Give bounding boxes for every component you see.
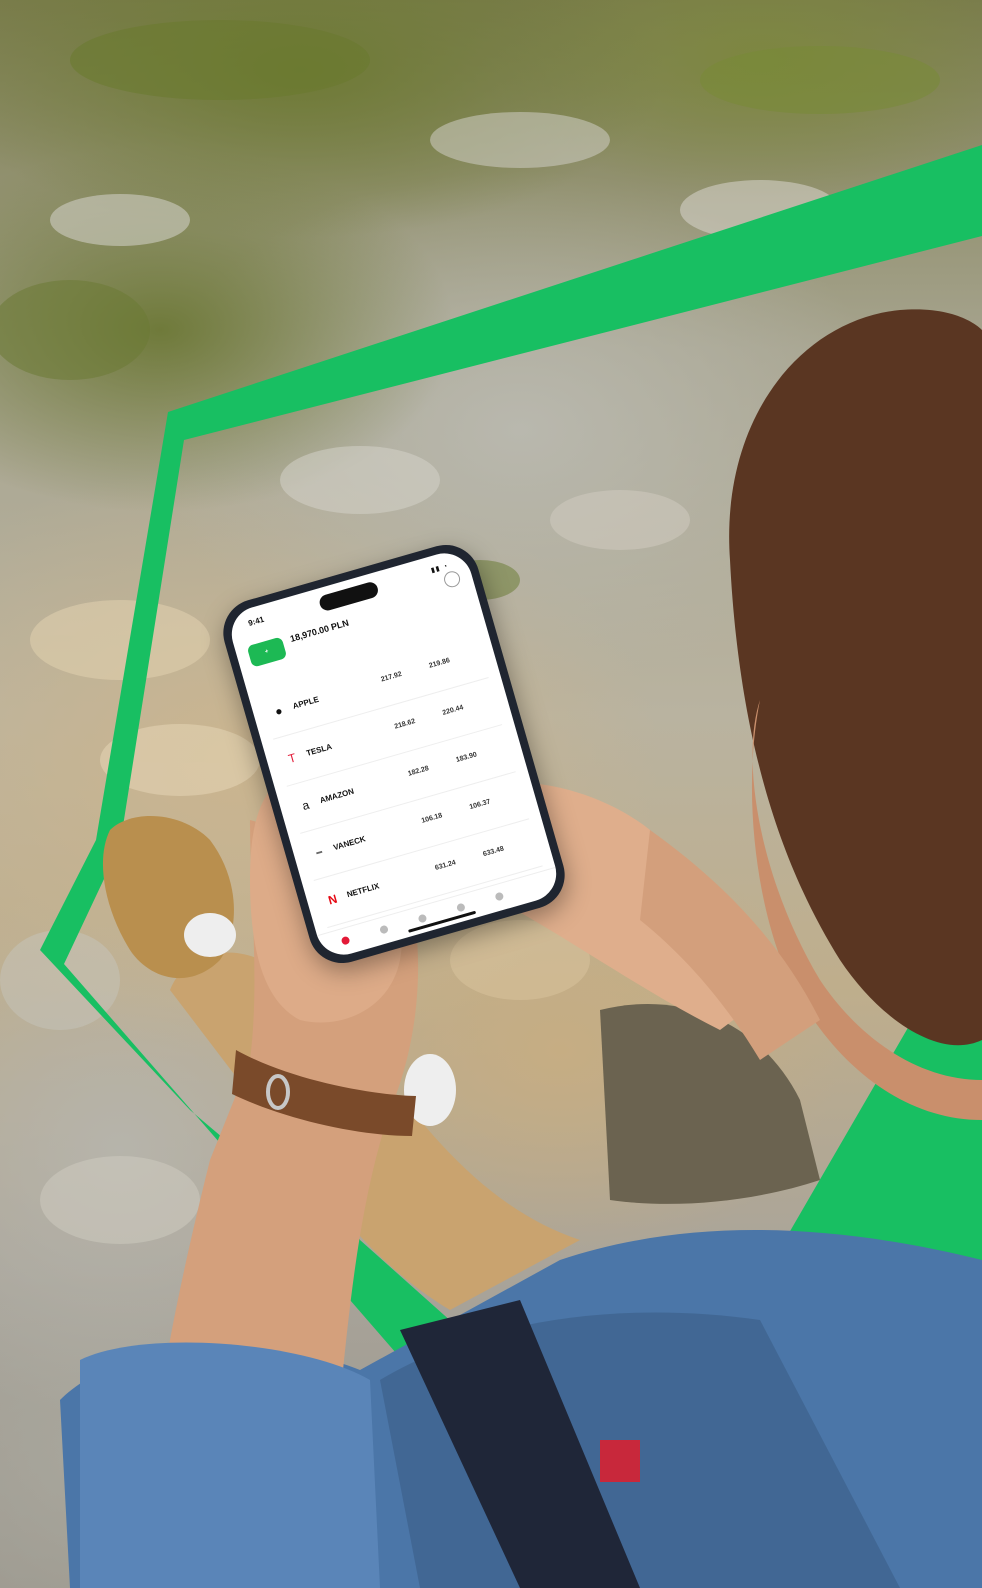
stock-bid: 218.62 (393, 718, 417, 731)
white-sock (184, 913, 236, 957)
stock-name: AMAZON (318, 786, 355, 806)
stock-bid: 106.18 (420, 812, 444, 825)
amazon-icon: a (300, 797, 311, 813)
stock-bid: 182.28 (407, 765, 430, 778)
nav-history-icon[interactable] (455, 902, 466, 913)
tesla-icon: T (286, 750, 298, 766)
stock-name: VANECK (332, 834, 367, 853)
search-icon[interactable] (442, 569, 462, 590)
stock-ask: 219.86 (428, 657, 451, 670)
stock-ask: 220.44 (441, 704, 465, 717)
deposit-button[interactable]: + (246, 636, 288, 668)
stock-bid: 631.24 (434, 859, 457, 872)
netflix-icon: N (326, 891, 339, 908)
nav-more-icon[interactable] (494, 891, 505, 902)
jacket-sleeve (80, 1342, 380, 1588)
stock-name: TESLA (305, 742, 333, 758)
status-time: 9:41 (247, 614, 266, 628)
stock-ask: 183.90 (455, 751, 478, 764)
vaneck-icon: ▬ (315, 848, 323, 857)
red-tag (600, 1440, 640, 1482)
home-indicator (408, 910, 477, 933)
man-head (729, 309, 982, 1046)
phone-body: 9:41 ▮▮ ◔ + 18,970.00 PLN ● APPLE 217.92… (215, 536, 573, 972)
nav-home-icon[interactable] (340, 935, 351, 946)
photo-scene: 9:41 ▮▮ ◔ + 18,970.00 PLN ● APPLE 217.92… (0, 0, 982, 1588)
stock-bid: 217.92 (380, 670, 403, 684)
apple-icon: ● (273, 703, 285, 719)
stock-ask: 106.37 (468, 798, 492, 812)
phone-screen: 9:41 ▮▮ ◔ + 18,970.00 PLN ● APPLE 217.92… (225, 546, 563, 962)
stock-name: APPLE (291, 694, 320, 711)
nav-market-icon[interactable] (379, 924, 389, 935)
nav-portfolio-icon[interactable] (417, 913, 428, 924)
stock-ask: 633.48 (482, 845, 505, 859)
dynamic-island (317, 580, 380, 613)
stock-name: NETFLIX (345, 881, 381, 900)
account-balance: 18,970.00 PLN (288, 617, 350, 644)
smartphone: 9:41 ▮▮ ◔ + 18,970.00 PLN ● APPLE 217.92… (215, 536, 573, 972)
